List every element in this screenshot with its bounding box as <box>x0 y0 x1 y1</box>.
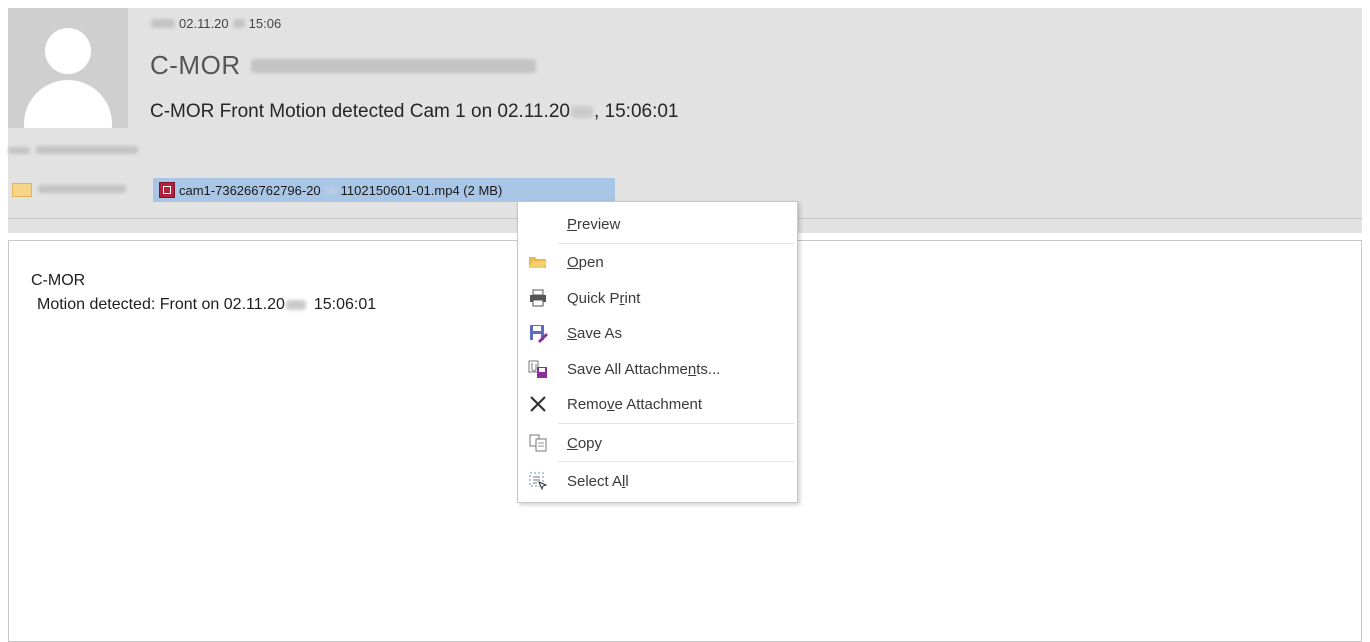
menu-item-label: Save All Attachments... <box>567 360 721 378</box>
menu-item-select-all[interactable]: Select All <box>518 464 797 498</box>
subject-part1: C-MOR Front Motion detected Cam 1 on 02.… <box>150 101 570 122</box>
sender-name: C-MOR <box>150 50 241 80</box>
menu-item-save-as[interactable]: Save As <box>518 316 797 350</box>
subject-part2: , 15:06:01 <box>593 101 679 122</box>
message-envelope-icon <box>12 183 32 197</box>
recipient-line <box>8 146 138 154</box>
body-line-2-part2: 15:06:01 <box>313 296 377 313</box>
redacted-weekday <box>151 19 175 28</box>
printer-icon <box>528 288 548 308</box>
menu-item-label: Select All <box>567 472 629 490</box>
redacted-recipient[interactable] <box>36 146 138 154</box>
redacted-to-label <box>8 146 30 154</box>
redacted-year <box>285 300 306 310</box>
attachment-name-part1: cam1-736266762796-20 <box>179 182 321 198</box>
menu-separator <box>558 243 794 244</box>
menu-item-label: Remove Attachment <box>567 395 703 413</box>
time-text: 15:06 <box>248 16 282 31</box>
body-line-2-part1: Motion detected: Front on 02.11.20 <box>37 296 285 313</box>
menu-item-open[interactable]: Open <box>518 245 797 279</box>
redacted-year <box>324 185 337 195</box>
menu-item-label: Copy <box>567 434 603 452</box>
menu-item-label: Preview <box>567 215 621 233</box>
menu-separator <box>558 423 794 424</box>
select-all-icon <box>528 471 548 491</box>
save-as-icon <box>528 323 548 343</box>
redacted-year <box>232 19 245 28</box>
message-date: 02.11.20 15:06 <box>151 16 281 31</box>
body-line-2: Motion detected: Front on 02.11.20 15:06… <box>31 293 376 317</box>
redacted-year <box>570 106 593 118</box>
menu-separator <box>558 461 794 462</box>
menu-item-quick-print[interactable]: Quick Print <box>518 281 797 315</box>
redacted-message-tab[interactable] <box>38 185 126 193</box>
attachment-file[interactable]: cam1-736266762796-20 1102150601-01.mp4 (… <box>153 178 615 202</box>
menu-item-label: Open <box>567 253 604 271</box>
folder-open-icon <box>528 252 548 272</box>
menu-item-label: Save As <box>567 324 623 342</box>
close-x-icon <box>528 394 548 414</box>
menu-item-copy[interactable]: Copy <box>518 426 797 460</box>
copy-icon <box>528 433 548 453</box>
video-file-icon <box>159 182 175 198</box>
menu-item-save-all-attachments[interactable]: Save All Attachments... <box>518 352 797 386</box>
attachment-context-menu: Preview Open Quick Print Save As Save Al… <box>517 201 798 503</box>
menu-item-preview[interactable]: Preview <box>518 207 797 241</box>
menu-item-label: Quick Print <box>567 289 641 307</box>
message-subject: C-MOR Front Motion detected Cam 1 on 02.… <box>150 101 679 123</box>
body-line-1: C-MOR <box>31 272 86 289</box>
save-all-icon <box>528 359 548 379</box>
menu-item-remove-attachment[interactable]: Remove Attachment <box>518 387 797 421</box>
menu-item-label-rest: review <box>577 215 621 233</box>
message-header: 02.11.20 15:06 C-MOR C-MOR Front Motion … <box>8 8 1362 233</box>
date-text: 02.11.20 <box>179 16 229 31</box>
attachment-name-part2: 1102150601-01.mp4 (2 MB) <box>340 182 503 198</box>
body-text: C-MOR Motion detected: Front on 02.11.20… <box>31 269 376 317</box>
sender-avatar <box>8 8 128 128</box>
sender[interactable]: C-MOR <box>150 50 536 81</box>
redacted-sender-email <box>250 58 536 73</box>
